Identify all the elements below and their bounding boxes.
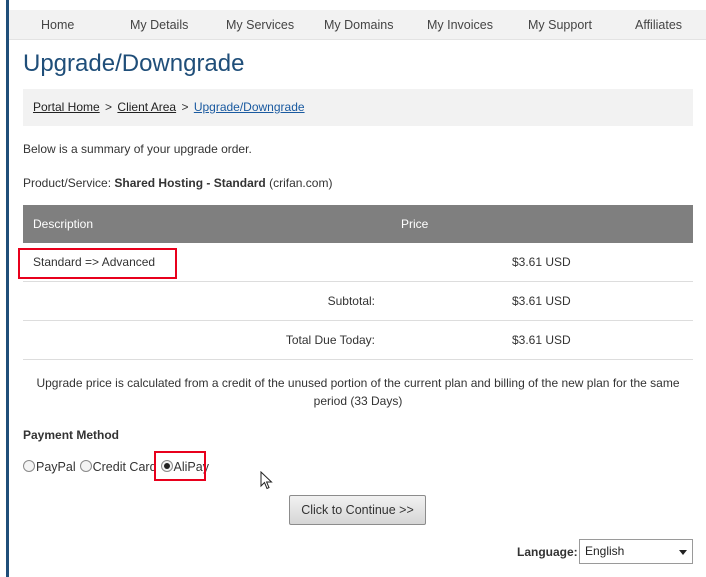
total-due-price: $3.61 USD: [512, 333, 571, 347]
highlight-box-alipay: [154, 451, 206, 481]
nav-item-my-invoices[interactable]: My Invoices: [427, 10, 493, 40]
header-description: Description: [33, 217, 94, 231]
nav-item-my-domains[interactable]: My Domains: [324, 10, 393, 40]
nav-item-my-details[interactable]: My Details: [130, 10, 188, 40]
highlight-box-item: [18, 248, 177, 279]
breadcrumb-portal-home[interactable]: Portal Home: [33, 100, 100, 114]
header-price: Price: [401, 217, 429, 231]
table-row-subtotal: Subtotal: $3.61 USD: [23, 282, 693, 321]
top-navbar: Home My Details My Services My Domains M…: [9, 10, 706, 40]
payment-method-title: Payment Method: [23, 428, 120, 442]
order-table-header: Description Price: [23, 205, 693, 243]
subtotal-price: $3.61 USD: [512, 294, 571, 308]
total-due-label: Total Due Today:: [285, 333, 375, 347]
breadcrumb-separator: >: [105, 100, 113, 114]
table-row-total: Total Due Today: $3.61 USD: [23, 321, 693, 360]
page-title: Upgrade/Downgrade: [23, 50, 245, 77]
summary-intro: Below is a summary of your upgrade order…: [23, 142, 252, 156]
subtotal-label: Subtotal:: [327, 294, 375, 308]
continue-button[interactable]: Click to Continue >>: [289, 495, 426, 525]
language-select[interactable]: English: [579, 539, 693, 564]
mouse-pointer-icon: [260, 471, 273, 490]
payment-option-label: Credit Card: [92, 460, 157, 474]
language-selected-value: English: [585, 544, 625, 558]
nav-item-home[interactable]: Home: [41, 10, 74, 40]
radio-button[interactable]: [79, 460, 92, 472]
left-border: [6, 0, 9, 577]
chevron-down-icon: [679, 550, 687, 555]
breadcrumb-client-area[interactable]: Client Area: [117, 100, 176, 114]
product-service-label: Product/Service:: [23, 176, 112, 190]
nav-item-my-services[interactable]: My Services: [226, 10, 294, 40]
page-frame: Home My Details My Services My Domains M…: [0, 0, 706, 577]
item-price: $3.61 USD: [512, 255, 571, 269]
payment-option-credit-card[interactable]: Credit Card: [79, 460, 157, 474]
upgrade-price-note: Upgrade price is calculated from a credi…: [36, 376, 680, 408]
product-service-domain: (crifan.com): [269, 176, 333, 190]
product-service-line: Product/Service: Shared Hosting - Standa…: [23, 176, 332, 190]
nav-item-affiliates[interactable]: Affiliates: [635, 10, 682, 40]
nav-item-my-support[interactable]: My Support: [528, 10, 592, 40]
breadcrumb-separator: >: [181, 100, 189, 114]
payment-option-label: PayPal: [36, 460, 76, 474]
breadcrumb: Portal Home > Client Area > Upgrade/Down…: [23, 89, 693, 126]
payment-option-paypal[interactable]: PayPal: [23, 460, 76, 474]
breadcrumb-upgrade-downgrade[interactable]: Upgrade/Downgrade: [194, 100, 305, 114]
language-label: Language:: [517, 545, 578, 559]
product-service-name: Shared Hosting - Standard: [114, 176, 266, 190]
radio-button[interactable]: [23, 460, 35, 472]
